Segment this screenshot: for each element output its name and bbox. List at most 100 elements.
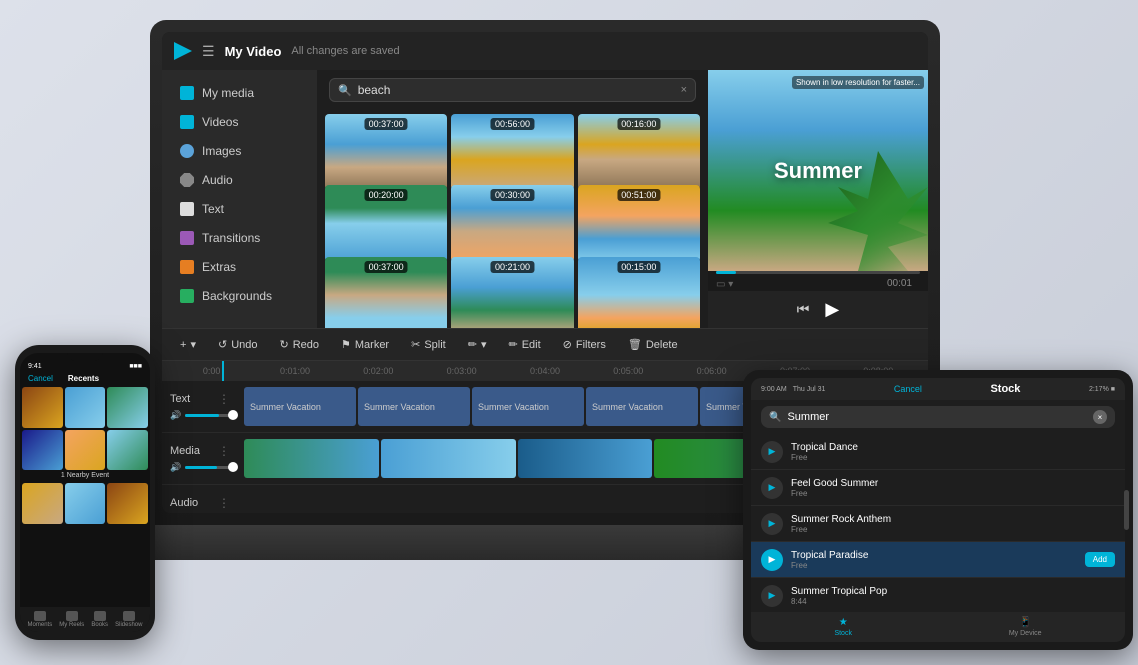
skip-back-button[interactable]: ⏮ [797, 301, 810, 318]
media-clip[interactable] [244, 439, 379, 478]
split-icon: ✂ [411, 338, 420, 351]
ruler-tick: 0:02:00 [337, 366, 420, 376]
phone-thumbnail[interactable] [107, 387, 148, 428]
media-clip[interactable] [381, 439, 516, 478]
sidebar-label-backgrounds: Backgrounds [202, 289, 272, 303]
tablet-search-input[interactable] [787, 411, 1087, 423]
tab-track-tropical-dance[interactable]: ▶ Tropical Dance Free [751, 434, 1125, 470]
phone-nav-item-slideshow[interactable]: Slideshow [115, 611, 142, 628]
video-thumbnail[interactable]: 00:30:00 [451, 185, 573, 261]
filters-button[interactable]: ⊘ Filters [557, 335, 612, 354]
search-clear-button[interactable]: × [681, 84, 687, 96]
sidebar-item-audio[interactable]: Audio [166, 166, 313, 194]
text-clip[interactable]: Summer Vacation [472, 387, 584, 426]
tablet-shell: 9:00 AM Thu Jul 31 Cancel Stock 2:17% ■ … [743, 370, 1133, 650]
redo-button[interactable]: ↻ Redo [273, 335, 325, 354]
sidebar-item-text[interactable]: Text [166, 195, 313, 223]
tab-track-summer-tropical-pop[interactable]: ▶ Summer Tropical Pop 8:44 [751, 578, 1125, 612]
phone-thumbnail[interactable] [22, 483, 63, 524]
video-thumbnail[interactable]: 00:56:00 [451, 114, 573, 190]
aspect-ratio-selector[interactable]: ▭ ▾ [716, 279, 733, 290]
phone-thumbnail[interactable] [107, 483, 148, 524]
track-play-button[interactable]: ▶ [761, 513, 783, 535]
track-add-button[interactable]: Add [1085, 552, 1115, 567]
project-title: My Video [225, 44, 282, 59]
track-duration: 8:44 [791, 597, 1115, 606]
pen-chevron-icon: ▾ [481, 338, 487, 351]
search-bar[interactable]: 🔍 × [329, 78, 696, 102]
tab-track-tropical-paradise[interactable]: ▶ Tropical Paradise Free Add [751, 542, 1125, 578]
marker-button[interactable]: ⚑ Marker [335, 335, 395, 354]
tablet-cancel-button[interactable]: Cancel [894, 384, 922, 394]
video-duration: 00:15:00 [617, 261, 660, 273]
backgrounds-icon [180, 289, 194, 303]
media-clip[interactable] [518, 439, 653, 478]
audio-track-options-button[interactable]: ⋮ [214, 496, 234, 510]
media-track-volume-slider[interactable] [185, 466, 234, 469]
phone-thumbnail[interactable] [65, 387, 106, 428]
phone-nav-item-moments[interactable]: Moments [28, 611, 53, 628]
track-info: Summer Tropical Pop 8:44 [791, 586, 1115, 606]
track-play-button[interactable]: ▶ [761, 441, 783, 463]
search-input[interactable] [358, 83, 675, 97]
tablet-search-clear-button[interactable]: × [1093, 410, 1107, 424]
sidebar-label-videos: Videos [202, 115, 238, 129]
text-clip[interactable]: Summer Vacation [586, 387, 698, 426]
sidebar-item-my-media[interactable]: My media [166, 79, 313, 107]
video-thumbnail[interactable]: 00:37:00 [325, 114, 447, 190]
sidebar-item-extras[interactable]: Extras [166, 253, 313, 281]
timeline-playhead[interactable] [222, 361, 224, 381]
phone-cancel-button[interactable]: Cancel [28, 374, 53, 383]
tablet-search-bar[interactable]: 🔍 × [761, 406, 1115, 428]
split-button[interactable]: ✂ Split [405, 335, 452, 354]
volume-slider-thumb[interactable] [228, 462, 238, 472]
preview-controls: ⏮ ▶ [708, 291, 928, 328]
transitions-icon [180, 231, 194, 245]
undo-button[interactable]: ↺ Undo [212, 335, 264, 354]
phone-thumbnail[interactable] [65, 483, 106, 524]
phone-thumbnail[interactable] [22, 387, 63, 428]
add-media-button[interactable]: + ▾ [174, 335, 202, 354]
hamburger-menu-icon[interactable]: ☰ [202, 43, 215, 60]
video-thumbnail[interactable]: 00:16:00 [578, 114, 700, 190]
phone-recents-title: Recents [68, 374, 99, 383]
sidebar-label-text: Text [202, 202, 224, 216]
phone-thumbnail[interactable] [65, 430, 106, 471]
edit-button[interactable]: ✏ Edit [502, 335, 546, 354]
video-thumbnail[interactable]: 00:51:00 [578, 185, 700, 261]
video-thumbnail[interactable]: 00:37:00 [325, 257, 447, 328]
track-play-button[interactable]: ▶ [761, 585, 783, 607]
play-button[interactable]: ▶ [825, 299, 839, 320]
video-thumbnail[interactable]: 00:15:00 [578, 257, 700, 328]
slideshow-icon [123, 611, 135, 621]
phone-thumbnail[interactable] [107, 430, 148, 471]
track-play-button[interactable]: ▶ [761, 549, 783, 571]
tab-track-summer-rock-anthem[interactable]: ▶ Summer Rock Anthem Free [751, 506, 1125, 542]
phone-thumbnail[interactable] [22, 430, 63, 471]
tablet-nav-my-device[interactable]: 📱 My Device [1009, 617, 1042, 637]
text-clip[interactable]: Summer Vacation [244, 387, 356, 426]
ruler-tick: 0:06:00 [670, 366, 753, 376]
media-track-options-button[interactable]: ⋮ [214, 444, 234, 458]
video-thumbnail[interactable]: 00:20:00 [325, 185, 447, 261]
preview-progress-bar[interactable] [716, 271, 920, 274]
sidebar-item-videos[interactable]: Videos [166, 108, 313, 136]
delete-button[interactable]: 🗑 Delete [622, 335, 684, 354]
tablet-nav-stock[interactable]: ★ Stock [834, 617, 852, 637]
phone-nav-item-reels[interactable]: My Reels [59, 611, 84, 628]
tab-track-feel-good-summer[interactable]: ▶ Feel Good Summer Free [751, 470, 1125, 506]
phone-nav-item-books[interactable]: Books [91, 611, 108, 628]
text-track-options-button[interactable]: ⋮ [214, 392, 234, 406]
text-clip[interactable]: Summer Vacation [358, 387, 470, 426]
track-play-button[interactable]: ▶ [761, 477, 783, 499]
sidebar-item-images[interactable]: Images [166, 137, 313, 165]
video-thumbnail[interactable]: 00:21:00 [451, 257, 573, 328]
text-track-volume-slider[interactable] [185, 414, 234, 417]
pen-dropdown-button[interactable]: ✏ ▾ [462, 335, 493, 354]
sidebar-item-transitions[interactable]: Transitions [166, 224, 313, 252]
phone-bottom-nav: Moments My Reels Books Slideshow [20, 607, 150, 632]
sidebar-item-backgrounds[interactable]: Backgrounds [166, 282, 313, 310]
audio-icon [180, 173, 194, 187]
volume-slider-thumb[interactable] [228, 410, 238, 420]
track-info: Tropical Paradise Free [791, 550, 1085, 570]
